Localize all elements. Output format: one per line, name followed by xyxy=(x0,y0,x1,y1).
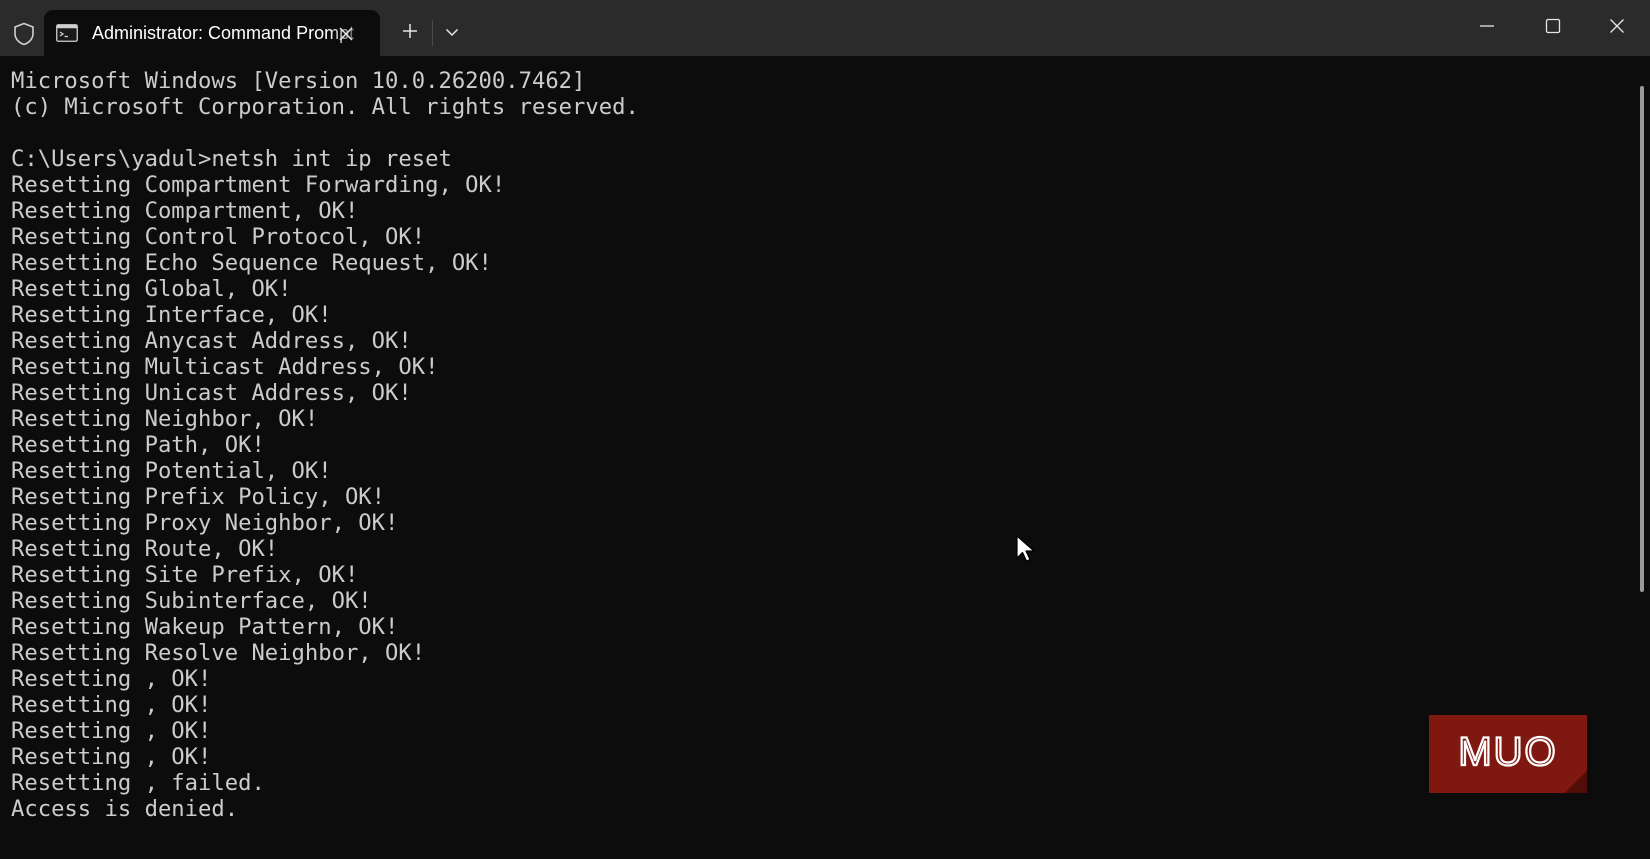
terminal-line: Resetting Path, OK! xyxy=(11,432,265,458)
maximize-button[interactable] xyxy=(1530,12,1576,44)
toolbar-divider xyxy=(432,20,433,46)
terminal-line: Resetting , OK! xyxy=(11,718,212,744)
terminal-line: Resetting , OK! xyxy=(11,692,212,718)
terminal-line: (c) Microsoft Corporation. All rights re… xyxy=(11,94,639,120)
terminal-line: Access is denied. xyxy=(11,796,239,822)
terminal-line: Resetting Neighbor, OK! xyxy=(11,406,319,432)
close-icon[interactable] xyxy=(334,22,358,46)
terminal-line: Resetting Compartment, OK! xyxy=(11,198,359,224)
maximize-icon xyxy=(1545,18,1561,39)
terminal-line: Resetting Control Protocol, OK! xyxy=(11,224,426,250)
terminal-line: Resetting Proxy Neighbor, OK! xyxy=(11,510,399,536)
shield-icon xyxy=(11,21,37,47)
terminal-line: C:\Users\yadul>netsh int ip reset xyxy=(11,146,452,172)
terminal-line: Resetting Global, OK! xyxy=(11,276,292,302)
close-window-button[interactable] xyxy=(1594,12,1640,44)
terminal-line: Resetting Prefix Policy, OK! xyxy=(11,484,386,510)
terminal-line: Resetting Compartment Forwarding, OK! xyxy=(11,172,506,198)
terminal-line: Resetting Interface, OK! xyxy=(11,302,332,328)
terminal-line: Resetting Anycast Address, OK! xyxy=(11,328,412,354)
terminal-line: Resetting Site Prefix, OK! xyxy=(11,562,359,588)
terminal-line: Resetting , OK! xyxy=(11,744,212,770)
terminal-output: Microsoft Windows [Version 10.0.26200.74… xyxy=(11,68,639,822)
terminal-line: Resetting Multicast Address, OK! xyxy=(11,354,439,380)
terminal-line: Resetting Route, OK! xyxy=(11,536,279,562)
terminal-line: Resetting Echo Sequence Request, OK! xyxy=(11,250,492,276)
close-window-icon xyxy=(1609,18,1625,39)
terminal-line: Resetting Unicast Address, OK! xyxy=(11,380,412,406)
title-bar: Administrator: Command Prompt xyxy=(0,0,1650,56)
terminal-line: Resetting Resolve Neighbor, OK! xyxy=(11,640,426,666)
terminal-line: Resetting Wakeup Pattern, OK! xyxy=(11,614,399,640)
terminal-line: Resetting , failed. xyxy=(11,770,265,796)
plus-icon xyxy=(402,23,418,44)
svg-text:MUO: MUO xyxy=(1458,730,1557,774)
chevron-down-icon xyxy=(445,24,459,42)
terminal-pane[interactable]: Microsoft Windows [Version 10.0.26200.74… xyxy=(0,56,1650,859)
muo-watermark-logo: MUO xyxy=(1429,715,1587,793)
terminal-line: Resetting Subinterface, OK! xyxy=(11,588,372,614)
minimize-button[interactable] xyxy=(1464,12,1510,44)
terminal-line: Resetting , OK! xyxy=(11,666,212,692)
terminal-line: Microsoft Windows [Version 10.0.26200.74… xyxy=(11,68,586,94)
minimize-icon xyxy=(1479,18,1495,39)
tab-command-prompt[interactable]: Administrator: Command Prompt xyxy=(44,10,380,56)
mouse-pointer-icon xyxy=(1015,534,1037,564)
terminal-line: Resetting Potential, OK! xyxy=(11,458,332,484)
tab-title: Administrator: Command Prompt xyxy=(92,23,355,43)
tab-dropdown-button[interactable] xyxy=(440,21,464,45)
scrollbar[interactable] xyxy=(1640,86,1644,592)
new-tab-button[interactable] xyxy=(398,21,422,45)
cmd-icon xyxy=(56,24,78,42)
